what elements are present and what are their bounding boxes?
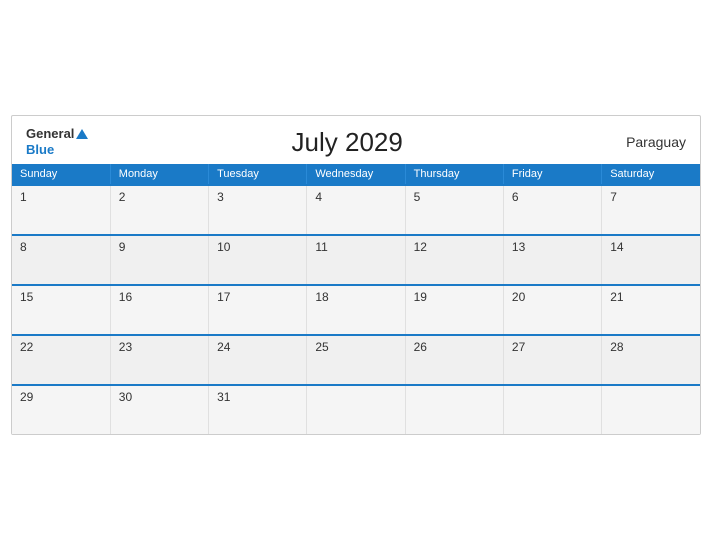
day-number: 22 — [20, 340, 102, 354]
logo-triangle-icon — [76, 129, 88, 139]
calendar-week-row: 8 9 10 11 12 13 14 — [12, 235, 700, 285]
header-friday: Friday — [503, 164, 601, 185]
day-number: 16 — [119, 290, 200, 304]
calendar-day-cell: 30 — [110, 385, 208, 434]
header-wednesday: Wednesday — [307, 164, 405, 185]
day-number: 9 — [119, 240, 200, 254]
day-number: 27 — [512, 340, 593, 354]
calendar-day-cell: 25 — [307, 335, 405, 385]
calendar-day-cell: 14 — [602, 235, 700, 285]
day-number: 20 — [512, 290, 593, 304]
day-number: 1 — [20, 190, 102, 204]
calendar-day-cell — [405, 385, 503, 434]
calendar-day-cell: 19 — [405, 285, 503, 335]
day-number: 21 — [610, 290, 692, 304]
calendar-day-cell: 5 — [405, 185, 503, 235]
day-number: 31 — [217, 390, 298, 404]
calendar-week-row: 22 23 24 25 26 27 28 — [12, 335, 700, 385]
day-number: 29 — [20, 390, 102, 404]
logo-general: General — [26, 126, 74, 141]
calendar-day-cell — [602, 385, 700, 434]
day-number: 12 — [414, 240, 495, 254]
calendar-day-cell: 15 — [12, 285, 110, 335]
calendar-day-cell: 26 — [405, 335, 503, 385]
calendar-day-cell: 16 — [110, 285, 208, 335]
day-number: 14 — [610, 240, 692, 254]
day-number: 23 — [119, 340, 200, 354]
header-saturday: Saturday — [602, 164, 700, 185]
country-label: Paraguay — [606, 134, 686, 150]
calendar-title: July 2029 — [88, 127, 606, 158]
calendar-day-cell — [307, 385, 405, 434]
calendar-day-cell: 6 — [503, 185, 601, 235]
day-number: 8 — [20, 240, 102, 254]
calendar-day-cell: 20 — [503, 285, 601, 335]
day-number: 18 — [315, 290, 396, 304]
header-sunday: Sunday — [12, 164, 110, 185]
calendar: General Blue July 2029 Paraguay Sunday M… — [11, 115, 701, 435]
day-number: 2 — [119, 190, 200, 204]
header-thursday: Thursday — [405, 164, 503, 185]
calendar-week-row: 1 2 3 4 5 6 7 — [12, 185, 700, 235]
calendar-day-cell: 10 — [209, 235, 307, 285]
day-number: 15 — [20, 290, 102, 304]
logo: General Blue — [26, 126, 88, 158]
day-number: 6 — [512, 190, 593, 204]
calendar-day-cell: 3 — [209, 185, 307, 235]
calendar-header: General Blue July 2029 Paraguay — [12, 116, 700, 164]
day-number: 17 — [217, 290, 298, 304]
day-number: 26 — [414, 340, 495, 354]
calendar-day-cell: 8 — [12, 235, 110, 285]
calendar-day-cell: 11 — [307, 235, 405, 285]
calendar-day-cell: 31 — [209, 385, 307, 434]
calendar-body: 1234567891011121314151617181920212223242… — [12, 185, 700, 434]
calendar-table: Sunday Monday Tuesday Wednesday Thursday… — [12, 164, 700, 434]
calendar-day-cell: 1 — [12, 185, 110, 235]
day-number: 3 — [217, 190, 298, 204]
calendar-day-cell: 18 — [307, 285, 405, 335]
day-number: 28 — [610, 340, 692, 354]
calendar-day-cell: 23 — [110, 335, 208, 385]
day-number: 19 — [414, 290, 495, 304]
calendar-day-cell: 28 — [602, 335, 700, 385]
calendar-day-cell: 9 — [110, 235, 208, 285]
calendar-day-cell: 27 — [503, 335, 601, 385]
calendar-day-cell: 12 — [405, 235, 503, 285]
day-number: 11 — [315, 240, 396, 254]
calendar-day-cell: 13 — [503, 235, 601, 285]
calendar-day-cell: 7 — [602, 185, 700, 235]
day-number: 10 — [217, 240, 298, 254]
calendar-week-row: 29 30 31 — [12, 385, 700, 434]
calendar-day-cell: 24 — [209, 335, 307, 385]
calendar-day-cell: 29 — [12, 385, 110, 434]
calendar-week-row: 15 16 17 18 19 20 21 — [12, 285, 700, 335]
weekday-header-row: Sunday Monday Tuesday Wednesday Thursday… — [12, 164, 700, 185]
calendar-day-cell: 22 — [12, 335, 110, 385]
day-number: 5 — [414, 190, 495, 204]
logo-blue: Blue — [26, 142, 54, 157]
calendar-day-cell: 4 — [307, 185, 405, 235]
calendar-day-cell — [503, 385, 601, 434]
header-monday: Monday — [110, 164, 208, 185]
day-number: 24 — [217, 340, 298, 354]
calendar-thead: Sunday Monday Tuesday Wednesday Thursday… — [12, 164, 700, 185]
day-number: 13 — [512, 240, 593, 254]
calendar-day-cell: 21 — [602, 285, 700, 335]
day-number: 7 — [610, 190, 692, 204]
logo-text: General — [26, 126, 88, 142]
day-number: 4 — [315, 190, 396, 204]
header-tuesday: Tuesday — [209, 164, 307, 185]
calendar-day-cell: 2 — [110, 185, 208, 235]
day-number: 30 — [119, 390, 200, 404]
day-number: 25 — [315, 340, 396, 354]
calendar-day-cell: 17 — [209, 285, 307, 335]
